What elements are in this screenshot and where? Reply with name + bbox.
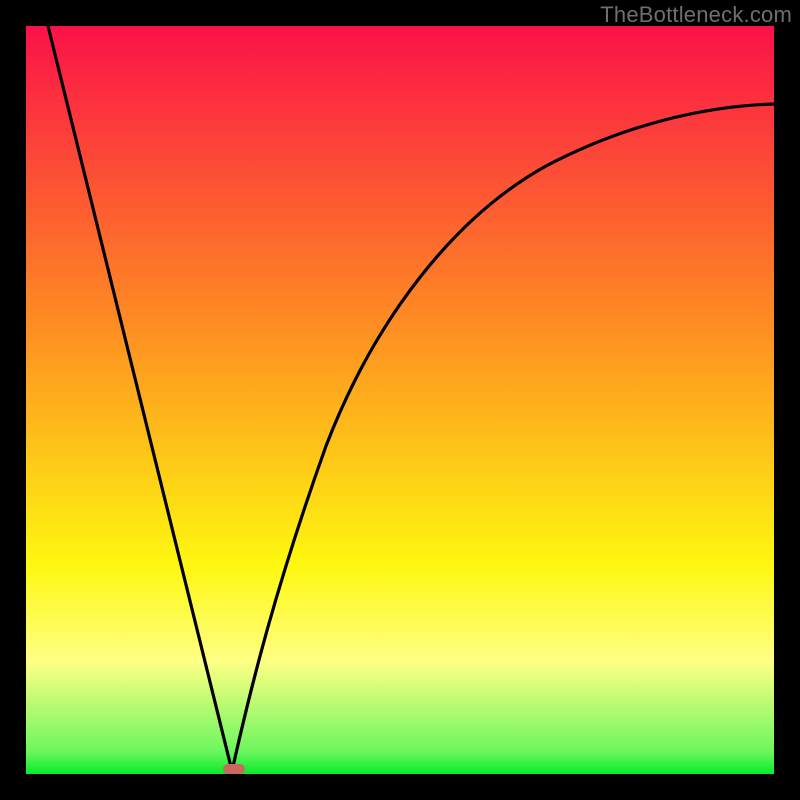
chart-frame: TheBottleneck.com bbox=[0, 0, 800, 800]
chart-svg bbox=[26, 26, 774, 774]
gradient-background bbox=[26, 26, 774, 774]
minimum-marker bbox=[223, 764, 245, 774]
watermark-text: TheBottleneck.com bbox=[600, 2, 792, 28]
plot-area bbox=[26, 26, 774, 774]
